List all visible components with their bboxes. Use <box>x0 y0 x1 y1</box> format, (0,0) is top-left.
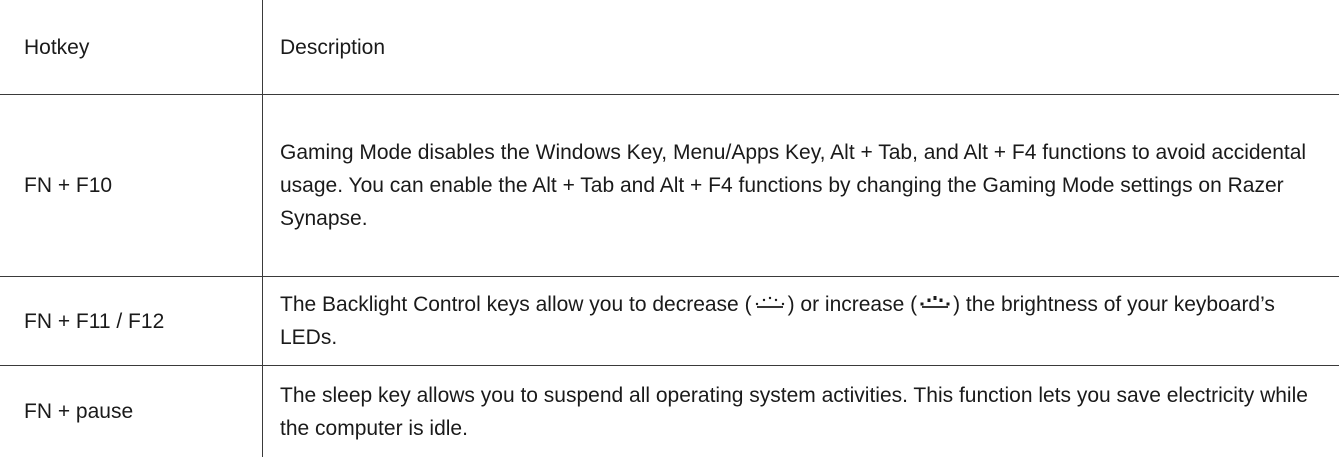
header-hotkey-label: Hotkey <box>24 35 90 59</box>
table-row-hotkey: FN + F10 <box>24 95 254 276</box>
description-text: The sleep key allows you to suspend all … <box>280 383 1308 440</box>
table-row-hotkey: FN + F11 / F12 <box>24 277 254 365</box>
header-description-label: Description <box>280 35 386 59</box>
table-row-description: The Backlight Control keys allow you to … <box>280 277 1325 365</box>
brightness-increase-icon <box>920 288 950 321</box>
header-description: Description <box>280 0 1325 94</box>
header-hotkey: Hotkey <box>24 0 254 94</box>
description-part: The Backlight Control keys allow you to … <box>280 292 752 316</box>
brightness-decrease-icon <box>755 288 785 321</box>
description-text: Gaming Mode disables the Windows Key, Me… <box>280 141 1307 230</box>
description-part: ) or increase ( <box>787 292 918 316</box>
hotkey-label: FN + pause <box>24 400 134 423</box>
table-row-hotkey: FN + pause <box>24 366 254 457</box>
table-row-description: The sleep key allows you to suspend all … <box>280 366 1325 457</box>
hotkey-label: FN + F10 <box>24 174 113 197</box>
table-row-description: Gaming Mode disables the Windows Key, Me… <box>280 95 1325 276</box>
description-text: The Backlight Control keys allow you to … <box>280 288 1325 355</box>
hotkey-label: FN + F11 / F12 <box>24 309 165 333</box>
hotkey-table: Hotkey Description FN + F10 Gaming Mode … <box>0 0 1339 457</box>
column-divider <box>262 0 263 457</box>
